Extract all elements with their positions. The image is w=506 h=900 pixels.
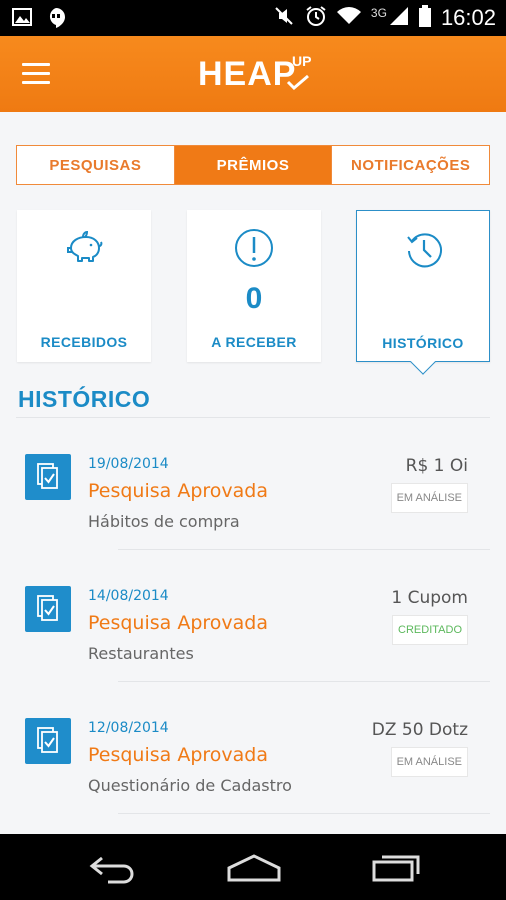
back-icon[interactable] bbox=[88, 852, 138, 888]
tab-pesquisas[interactable]: PESQUISAS bbox=[17, 146, 174, 184]
card-label: RECEBIDOS bbox=[40, 334, 128, 350]
tab-bar: PESQUISAS PRÊMIOS NOTIFICAÇÕES bbox=[16, 145, 490, 185]
card-a-receber[interactable]: 0 A RECEBER bbox=[187, 210, 321, 362]
divider bbox=[118, 813, 490, 814]
tab-notificacoes[interactable]: NOTIFICAÇÕES bbox=[331, 146, 489, 184]
card-label: A RECEBER bbox=[211, 334, 297, 350]
history-title: Pesquisa Aprovada bbox=[88, 744, 268, 766]
history-amount: DZ 50 Dotz bbox=[371, 720, 468, 740]
document-check-icon bbox=[25, 718, 71, 764]
hangouts-notification-icon bbox=[46, 7, 66, 33]
history-item[interactable]: 12/08/2014 Pesquisa Aprovada Questionári… bbox=[0, 682, 506, 814]
history-date: 12/08/2014 bbox=[88, 720, 169, 736]
selected-pointer bbox=[410, 349, 436, 375]
section-title: HISTÓRICO bbox=[18, 386, 151, 412]
history-amount: R$ 1 Oi bbox=[405, 456, 468, 476]
clock: 16:02 bbox=[440, 5, 496, 30]
card-historico[interactable]: HISTÓRICO bbox=[356, 210, 490, 375]
piggy-bank-icon bbox=[64, 228, 104, 268]
history-subtitle: Hábitos de compra bbox=[88, 512, 240, 531]
status-badge: CREDITADO bbox=[392, 615, 468, 645]
wifi-icon bbox=[336, 6, 361, 30]
network-type: 3G bbox=[370, 6, 387, 20]
history-subtitle: Restaurantes bbox=[88, 644, 194, 663]
card-recebidos[interactable]: RECEBIDOS bbox=[17, 210, 151, 362]
history-title: Pesquisa Aprovada bbox=[88, 480, 268, 502]
battery-icon bbox=[418, 5, 431, 31]
history-date: 19/08/2014 bbox=[88, 456, 169, 472]
history-date: 14/08/2014 bbox=[88, 588, 169, 604]
a-receber-count: 0 bbox=[245, 282, 263, 315]
exclamation-icon bbox=[234, 228, 274, 268]
history-clock-icon bbox=[404, 229, 444, 269]
app-header: HEAP UP bbox=[0, 36, 506, 112]
history-item[interactable]: 14/08/2014 Pesquisa Aprovada Restaurante… bbox=[0, 550, 506, 682]
history-item[interactable]: 19/08/2014 Pesquisa Aprovada Hábitos de … bbox=[0, 418, 506, 550]
gallery-notification-icon bbox=[12, 7, 32, 33]
home-icon[interactable] bbox=[226, 852, 282, 888]
alarm-icon bbox=[305, 5, 327, 31]
main-content: PESQUISAS PRÊMIOS NOTIFICAÇÕES RECEBIDOS bbox=[0, 112, 506, 834]
recent-apps-icon[interactable] bbox=[370, 852, 422, 888]
history-list: 19/08/2014 Pesquisa Aprovada Hábitos de … bbox=[0, 418, 506, 814]
history-amount: 1 Cupom bbox=[391, 588, 468, 608]
status-bar: 3G 16:02 bbox=[0, 0, 506, 36]
menu-icon[interactable] bbox=[22, 63, 50, 85]
document-check-icon bbox=[25, 586, 71, 632]
status-badge: EM ANÁLISE bbox=[390, 483, 468, 513]
signal-icon bbox=[389, 6, 409, 30]
status-badge: EM ANÁLISE bbox=[390, 747, 468, 777]
history-subtitle: Questionário de Cadastro bbox=[88, 776, 292, 795]
document-check-icon bbox=[25, 454, 71, 500]
history-title: Pesquisa Aprovada bbox=[88, 612, 268, 634]
mute-icon bbox=[273, 5, 295, 31]
tab-premios[interactable]: PRÊMIOS bbox=[173, 146, 332, 184]
system-nav-bar bbox=[0, 834, 506, 900]
reward-cards: RECEBIDOS 0 A RECEBER HISTÓRICO bbox=[17, 210, 490, 375]
